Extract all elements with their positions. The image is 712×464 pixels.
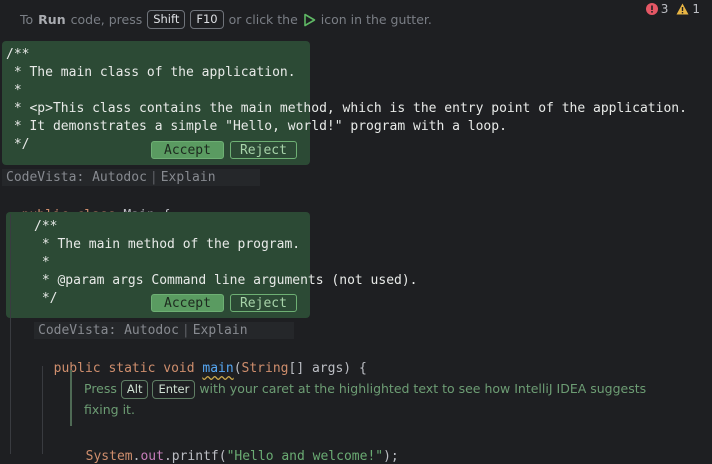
error-count-value: 3 [660, 2, 669, 16]
error-count[interactable]: 3 [645, 2, 669, 16]
indent-guide [10, 214, 11, 454]
f10-key: F10 [190, 10, 224, 29]
hint-text-2: code, press [70, 12, 143, 27]
printf-statement[interactable]: System.out.printf("Hello and welcome!"); [70, 434, 399, 464]
main-method-declaration[interactable]: public static void main(String[] args) { [38, 346, 367, 376]
codevista-lens-main: CodeVista: Autodoc | Explain [34, 322, 294, 339]
explain-link[interactable]: Explain [161, 170, 216, 185]
reject-button[interactable]: Reject [229, 141, 297, 159]
explain-link[interactable]: Explain [193, 323, 248, 338]
alt-key: Alt [120, 380, 149, 399]
hint-text-3: or click the [228, 12, 298, 27]
error-icon [645, 3, 658, 15]
hint-run: Run [38, 12, 66, 27]
shift-key: Shift [147, 10, 186, 29]
enter-key: Enter [152, 380, 196, 399]
run-icon [303, 13, 316, 27]
doc-comment-class: /** * The main class of the application.… [6, 47, 687, 152]
intention-tip: Press Alt Enter with your caret at the h… [84, 380, 647, 417]
autodoc-link[interactable]: Autodoc [124, 323, 179, 338]
warning-count[interactable]: 1 [676, 2, 700, 16]
warning-count-value: 1 [692, 2, 700, 16]
doc-suggestion-class: /** * The main class of the application.… [2, 41, 687, 165]
run-hint: To Run code, press Shift F10 or click th… [20, 10, 432, 29]
codevista-label: CodeVista: [38, 323, 117, 338]
hint-text-4: icon in the gutter. [320, 12, 432, 27]
tip-bar [70, 370, 72, 426]
indent-guide [42, 366, 43, 454]
warning-icon [676, 3, 689, 15]
autodoc-link[interactable]: Autodoc [92, 170, 147, 185]
main-method-name[interactable]: main [202, 361, 233, 376]
reject-button[interactable]: Reject [229, 294, 297, 312]
accept-button[interactable]: Accept [151, 294, 224, 312]
codevista-lens-class: CodeVista: Autodoc | Explain [2, 169, 260, 186]
hint-text-1: To [20, 12, 34, 27]
inspection-widget[interactable]: 3 1 [645, 2, 700, 16]
doc-suggestion-main: /** * The main method of the program. * … [6, 212, 418, 318]
codevista-label: CodeVista: [6, 170, 85, 185]
accept-button[interactable]: Accept [151, 141, 224, 159]
